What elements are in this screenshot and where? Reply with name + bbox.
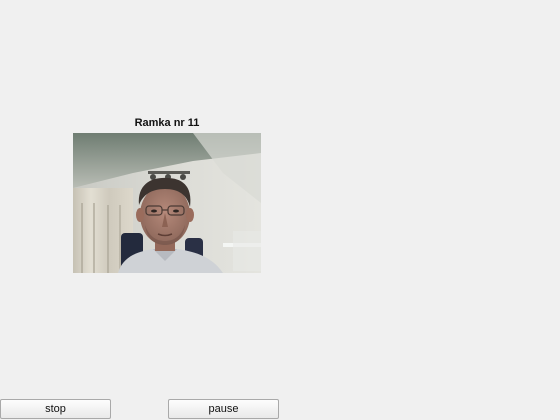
stop-button[interactable]: stop [0,399,111,419]
webcam-photo [73,133,261,273]
pause-button[interactable]: pause [168,399,279,419]
webcam-frame [73,133,261,273]
frame-title: Ramka nr 11 [134,117,200,129]
